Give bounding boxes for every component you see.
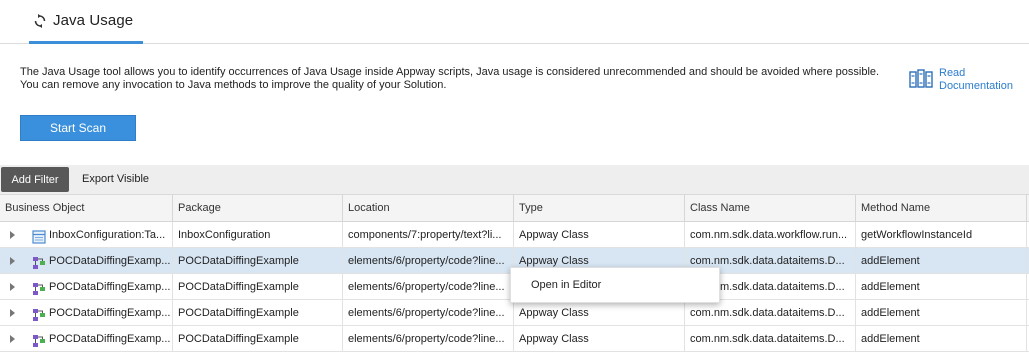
cell-class-name: com.nm.sdk.data.workflow.run... <box>685 222 856 248</box>
grid-toolbar: Add Filter Export Visible <box>0 165 1029 195</box>
table-row[interactable]: InboxConfiguration:Ta... InboxConfigurat… <box>0 222 1029 248</box>
business-object-name: POCDataDiffingExamp... <box>49 307 171 319</box>
cell-package: POCDataDiffingExample <box>173 300 343 326</box>
cell-type: Appway Class <box>514 222 685 248</box>
cell-location: components/7:property/text?li... <box>343 222 514 248</box>
column-header-class-name[interactable]: Class Name <box>685 195 856 222</box>
start-scan-button[interactable]: Start Scan <box>20 115 136 141</box>
expand-arrow-icon[interactable] <box>10 283 15 291</box>
refresh-icon <box>34 13 46 28</box>
grid-header: Business Object Package Location Type Cl… <box>0 195 1029 222</box>
read-documentation-text[interactable]: Read Documentation <box>939 67 1013 93</box>
column-header-type[interactable]: Type <box>514 195 685 222</box>
expand-arrow-icon[interactable] <box>10 257 15 265</box>
open-in-editor-menu-item[interactable]: Open in Editor <box>531 279 601 291</box>
process-icon <box>32 280 46 295</box>
cell-package: POCDataDiffingExample <box>173 326 343 352</box>
tab-bar: Java Usage <box>0 0 1029 44</box>
cell-method-name: addElement <box>856 274 1027 300</box>
column-header-business-object[interactable]: Business Object <box>0 195 173 222</box>
tab-label: Java Usage <box>53 12 134 29</box>
process-icon <box>32 306 46 321</box>
cell-business-object: POCDataDiffingExamp... <box>0 326 173 352</box>
business-object-name: POCDataDiffingExamp... <box>49 255 171 267</box>
cell-location: elements/6/property/code?line... <box>343 300 514 326</box>
inbox-config-icon <box>32 228 46 244</box>
cell-location: elements/6/property/code?line... <box>343 248 514 274</box>
expand-arrow-icon[interactable] <box>10 231 15 239</box>
cell-type: Appway Class <box>514 300 685 326</box>
process-icon <box>32 332 46 347</box>
tab-java-usage[interactable]: Java Usage <box>29 0 143 44</box>
cell-business-object: InboxConfiguration:Ta... <box>0 222 173 248</box>
cell-class-name: com.nm.sdk.data.dataitems.D... <box>685 300 856 326</box>
cell-business-object: POCDataDiffingExamp... <box>0 248 173 274</box>
column-header-package[interactable]: Package <box>173 195 343 222</box>
export-visible-button[interactable]: Export Visible <box>82 173 149 185</box>
process-icon <box>32 254 46 269</box>
add-filter-button[interactable]: Add Filter <box>1 167 69 192</box>
cell-method-name: addElement <box>856 300 1027 326</box>
tool-description: The Java Usage tool allows you to identi… <box>20 66 880 91</box>
read-doc-line1: Read <box>939 67 966 79</box>
read-doc-line2: Documentation <box>939 80 1013 92</box>
cell-method-name: addElement <box>856 248 1027 274</box>
cell-package: InboxConfiguration <box>173 222 343 248</box>
books-icon <box>909 69 933 89</box>
column-header-method-name[interactable]: Method Name <box>856 195 1027 222</box>
cell-class-name: com.nm.sdk.data.dataitems.D... <box>685 326 856 352</box>
cell-method-name: getWorkflowInstanceId <box>856 222 1027 248</box>
cell-type: Appway Class <box>514 326 685 352</box>
business-object-name: POCDataDiffingExamp... <box>49 333 171 345</box>
cell-location: elements/6/property/code?line... <box>343 274 514 300</box>
cell-location: elements/6/property/code?line... <box>343 326 514 352</box>
cell-package: POCDataDiffingExample <box>173 248 343 274</box>
expand-arrow-icon[interactable] <box>10 309 15 317</box>
read-documentation-link[interactable]: Read Documentation <box>909 67 1013 93</box>
table-row[interactable]: POCDataDiffingExamp... POCDataDiffingExa… <box>0 300 1029 326</box>
cell-package: POCDataDiffingExample <box>173 274 343 300</box>
business-object-name: InboxConfiguration:Ta... <box>49 229 166 241</box>
cell-business-object: POCDataDiffingExamp... <box>0 300 173 326</box>
cell-method-name: addElement <box>856 326 1027 352</box>
context-menu: Open in Editor <box>510 267 720 303</box>
business-object-name: POCDataDiffingExamp... <box>49 281 171 293</box>
table-row[interactable]: POCDataDiffingExamp... POCDataDiffingExa… <box>0 326 1029 352</box>
expand-arrow-icon[interactable] <box>10 335 15 343</box>
cell-business-object: POCDataDiffingExamp... <box>0 274 173 300</box>
column-header-location[interactable]: Location <box>343 195 514 222</box>
